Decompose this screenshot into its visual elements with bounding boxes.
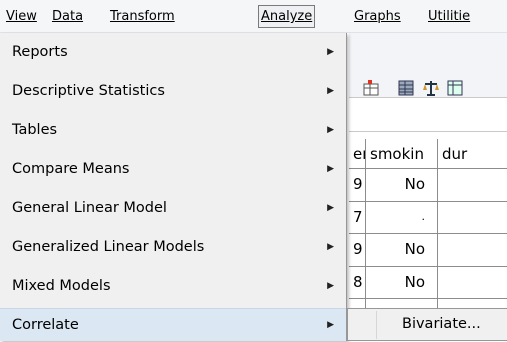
menu-item-correlate[interactable]: Correlate ▶ [0, 308, 346, 341]
correlate-submenu: Bivariate... [347, 308, 507, 341]
table-icon[interactable] [397, 79, 415, 97]
column-header-dur[interactable]: dur [438, 139, 507, 169]
menu-graphs[interactable]: Graphs [354, 7, 401, 26]
submenu-arrow-icon: ▶ [327, 164, 334, 174]
grid-icon[interactable] [446, 79, 464, 97]
grid-cell[interactable] [438, 169, 507, 202]
grid-cell[interactable] [438, 202, 507, 234]
grid-cell[interactable]: 9 [349, 234, 366, 267]
submenu-arrow-icon: ▶ [327, 203, 334, 213]
menu-item-generalized-linear-models[interactable]: Generalized Linear Models ▶ [0, 228, 346, 267]
cell-editor-strip [349, 97, 507, 132]
menu-item-general-linear-model[interactable]: General Linear Model ▶ [0, 189, 346, 228]
scale-icon[interactable] [422, 79, 440, 97]
grid-cell[interactable]: 7 [349, 202, 366, 234]
menu-item-bivariate[interactable]: Bivariate... [348, 309, 507, 340]
menu-item-descriptive-statistics[interactable]: Descriptive Statistics ▶ [0, 72, 346, 111]
menu-data[interactable]: Data [52, 7, 83, 26]
grid-cell[interactable]: No [366, 267, 438, 299]
menu-view[interactable]: View [6, 7, 37, 26]
grid-cell[interactable] [438, 267, 507, 299]
menu-item-compare-means[interactable]: Compare Means ▶ [0, 150, 346, 189]
submenu-arrow-icon: ▶ [327, 320, 334, 330]
menu-bar: View Data Transform Analyze Graphs Utili… [0, 0, 507, 33]
menu-analyze[interactable]: Analyze [258, 5, 316, 28]
submenu-arrow-icon: ▶ [327, 86, 334, 96]
analyze-menu: Reports ▶ Descriptive Statistics ▶ Tables ▶… [0, 33, 347, 341]
grid-cell[interactable]: . [366, 202, 438, 234]
menu-transform[interactable]: Transform [110, 7, 175, 26]
grid-cell[interactable]: No [366, 234, 438, 267]
menu-utilities[interactable]: Utilitie [428, 7, 470, 26]
grid-cell[interactable]: No [366, 169, 438, 202]
grid-cell[interactable]: 8 [349, 267, 366, 299]
column-header[interactable]: en [349, 139, 366, 169]
submenu-arrow-icon: ▶ [327, 125, 334, 135]
menu-item-reports[interactable]: Reports ▶ [0, 33, 346, 72]
menu-item-mixed-models[interactable]: Mixed Models ▶ [0, 267, 346, 306]
grid-cell[interactable] [438, 234, 507, 267]
column-header-smokin[interactable]: smokin [366, 139, 438, 169]
submenu-arrow-icon: ▶ [327, 47, 334, 57]
chart-icon[interactable] [362, 79, 380, 97]
submenu-arrow-icon: ▶ [327, 242, 334, 252]
grid-cell[interactable]: 9 [349, 169, 366, 202]
menu-item-tables[interactable]: Tables ▶ [0, 111, 346, 150]
submenu-arrow-icon: ▶ [327, 281, 334, 291]
